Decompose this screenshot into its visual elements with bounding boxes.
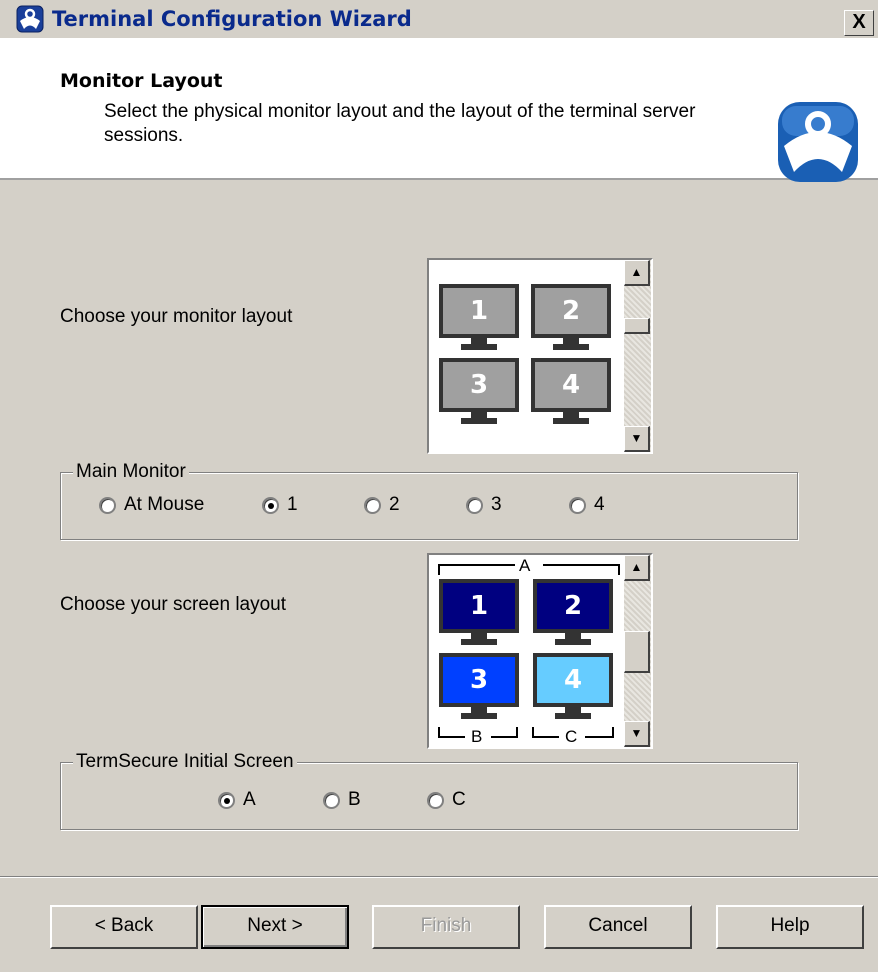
scroll-thumb[interactable] — [624, 631, 650, 673]
screen-number: 4 — [533, 653, 613, 707]
radio-screen-c[interactable]: C — [427, 789, 466, 811]
monitor-number: 1 — [439, 284, 519, 338]
radio-main-2[interactable]: 2 — [364, 494, 400, 516]
back-button[interactable]: < Back — [50, 905, 198, 949]
screen-layout-list[interactable]: A 1 2 3 4 B C ▲ ▼ — [427, 553, 653, 749]
radio-indicator — [569, 496, 586, 514]
monitor-layout-preview: 1 2 3 4 — [439, 284, 619, 434]
radio-label: At Mouse — [124, 494, 205, 515]
bracket-b-label: B — [471, 727, 483, 746]
radio-indicator — [364, 496, 381, 514]
termsecure-legend: TermSecure Initial Screen — [73, 751, 297, 773]
radio-main-3[interactable]: 3 — [466, 494, 502, 516]
monitor-layout-list[interactable]: 1 2 3 4 ▲ ▼ — [427, 258, 653, 454]
monitor-graphic: 3 — [439, 358, 519, 424]
radio-indicator — [262, 496, 279, 514]
scroll-up-button[interactable]: ▲ — [624, 260, 650, 286]
radio-main-1[interactable]: 1 — [262, 494, 298, 516]
radio-label: A — [243, 789, 256, 810]
app-icon — [16, 5, 44, 33]
scroll-down-button[interactable]: ▼ — [624, 426, 650, 452]
radio-label: 2 — [389, 494, 400, 515]
monitor-graphic: 1 — [439, 284, 519, 350]
monitor-layout-label: Choose your monitor layout — [60, 306, 293, 327]
termsecure-group: TermSecure Initial Screen A B C — [60, 751, 798, 830]
page-subtitle: Select the physical monitor layout and t… — [104, 101, 696, 146]
screen-number: 3 — [439, 653, 519, 707]
cancel-button[interactable]: Cancel — [544, 905, 692, 949]
screen-layout-label: Choose your screen layout — [60, 594, 287, 615]
screen-graphic: 2 — [533, 579, 613, 645]
radio-screen-b[interactable]: B — [323, 789, 361, 811]
radio-indicator — [323, 791, 340, 809]
close-button[interactable]: X — [844, 10, 874, 36]
monitor-graphic: 2 — [531, 284, 611, 350]
help-button[interactable]: Help — [716, 905, 864, 949]
thinmanager-logo-icon — [778, 102, 858, 182]
radio-label: 3 — [491, 494, 502, 515]
radio-label: C — [452, 789, 466, 810]
radio-indicator — [99, 496, 116, 514]
radio-label: B — [348, 789, 361, 810]
title-bar: Terminal Configuration Wizard X — [0, 0, 878, 38]
radio-indicator — [466, 496, 483, 514]
finish-button: Finish — [372, 905, 520, 949]
bracket-c-label: C — [565, 727, 578, 746]
window-title: Terminal Configuration Wizard — [52, 7, 412, 31]
radio-screen-a[interactable]: A — [218, 789, 256, 811]
radio-label: 4 — [594, 494, 605, 515]
radio-main-4[interactable]: 4 — [569, 494, 605, 516]
radio-label: 1 — [287, 494, 298, 515]
screen-graphic: 1 — [439, 579, 519, 645]
monitor-number: 4 — [531, 358, 611, 412]
footer-separator — [0, 876, 878, 878]
radio-indicator — [427, 791, 444, 809]
main-monitor-legend: Main Monitor — [73, 461, 189, 483]
scroll-up-button[interactable]: ▲ — [624, 555, 650, 581]
screen-layout-preview: A 1 2 3 4 B C — [437, 556, 621, 746]
radio-main-at-mouse[interactable]: At Mouse — [99, 494, 204, 516]
screen-layout-scrollbar[interactable]: ▲ ▼ — [624, 555, 651, 747]
monitor-graphic: 4 — [531, 358, 611, 424]
page-title: Monitor Layout — [60, 70, 223, 92]
radio-indicator — [218, 791, 235, 809]
scroll-thumb[interactable] — [624, 318, 650, 334]
screen-number: 1 — [439, 579, 519, 633]
monitor-number: 2 — [531, 284, 611, 338]
monitor-layout-scrollbar[interactable]: ▲ ▼ — [624, 260, 651, 452]
main-monitor-group: Main Monitor At Mouse 1 2 3 4 — [60, 461, 798, 540]
screen-number: 2 — [533, 579, 613, 633]
screen-graphic: 3 — [439, 653, 519, 719]
bracket-b-c — [438, 727, 614, 738]
bracket-a-label: A — [519, 556, 531, 575]
monitor-number: 3 — [439, 358, 519, 412]
scroll-down-button[interactable]: ▼ — [624, 721, 650, 747]
screen-graphic: 4 — [533, 653, 613, 719]
wizard-header: Monitor Layout Select the physical monit… — [0, 38, 878, 182]
next-button[interactable]: Next > — [201, 905, 349, 949]
